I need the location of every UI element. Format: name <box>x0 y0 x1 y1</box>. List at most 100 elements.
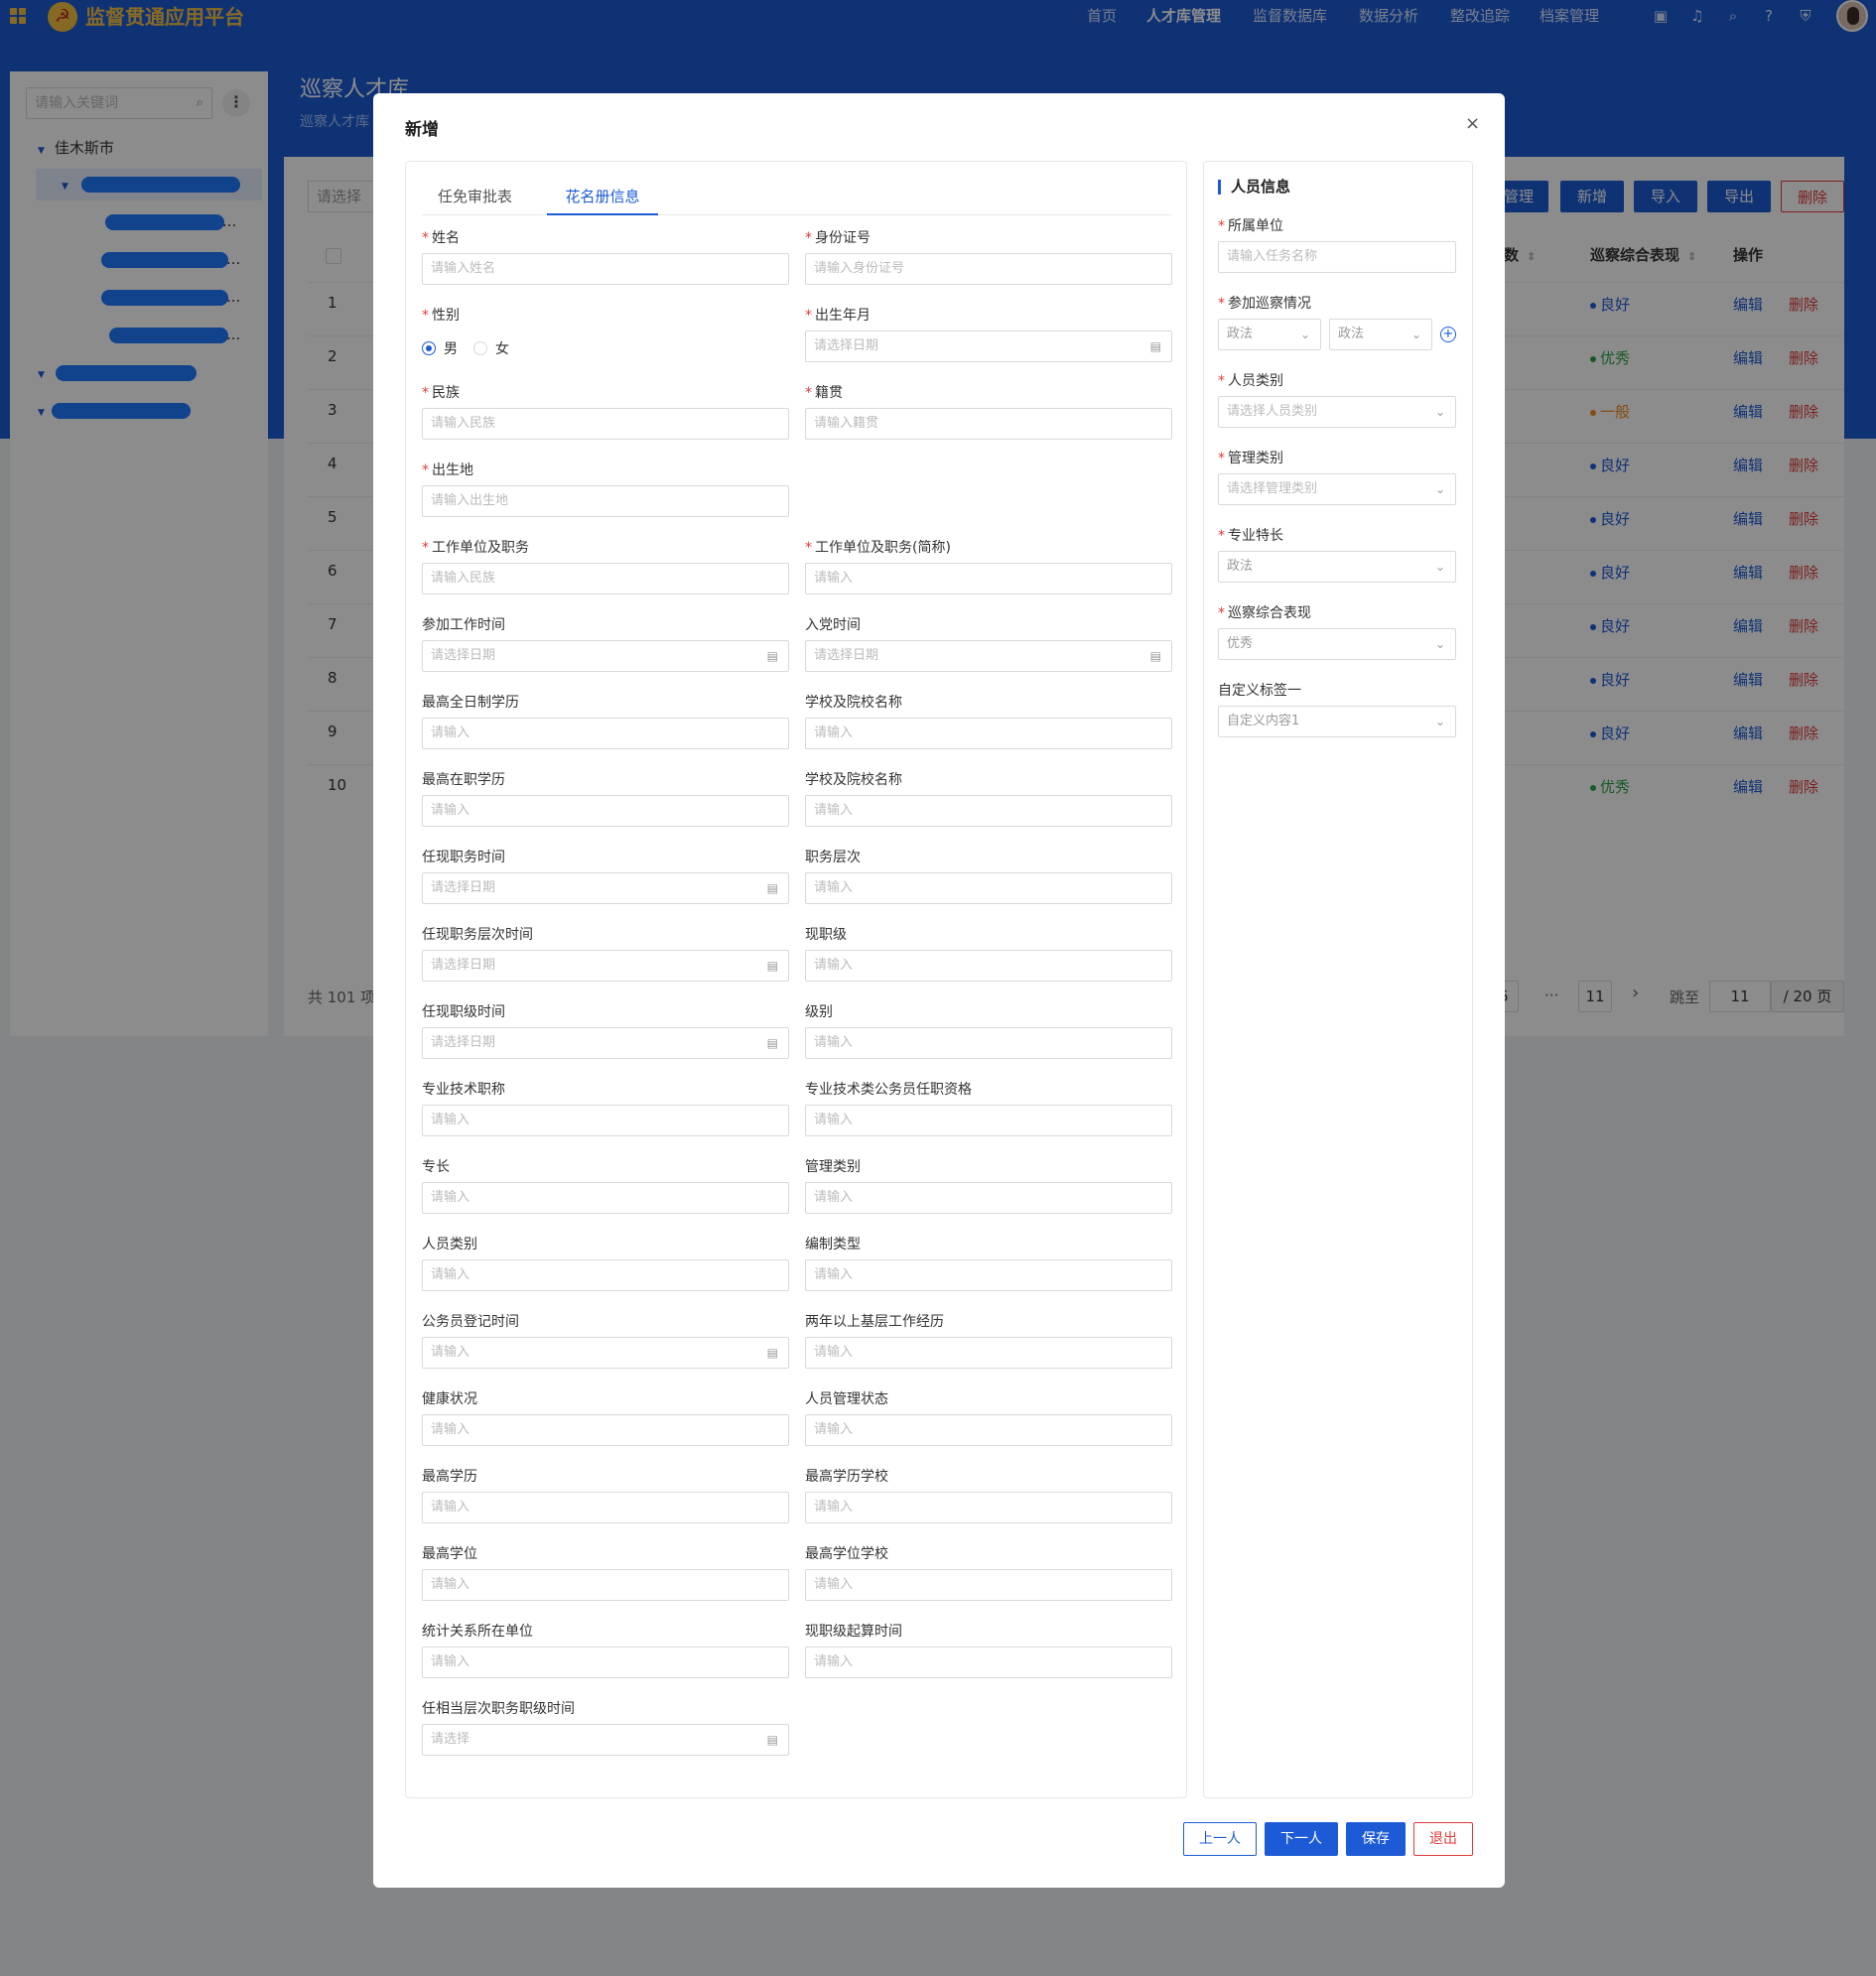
field-label-text: 任相当层次职务职级时间 <box>422 1701 575 1717</box>
text-input[interactable]: 请输入 <box>805 872 1172 904</box>
text-input[interactable]: 请输入 <box>805 1259 1172 1291</box>
specialty-select[interactable]: 政法 ⌄ <box>1218 551 1456 583</box>
custom-tag-label: 自定义标签一 <box>1218 683 1301 699</box>
next-person-button[interactable]: 下一人 <box>1265 1822 1338 1856</box>
field-label: 人员管理状态 <box>805 1388 888 1408</box>
form-tabs: 任免审批表 花名册信息 <box>422 170 1172 215</box>
input-placeholder: 请输入 <box>814 1190 854 1205</box>
field-label: 统计关系所在单位 <box>422 1621 533 1641</box>
field-label: * 出生年月 <box>805 305 871 325</box>
date-picker-input[interactable]: 请选择日期 ▤ <box>805 640 1172 672</box>
unit-input[interactable]: 请输入任务名称 <box>1218 241 1456 273</box>
text-input[interactable]: 请输入 <box>422 795 789 827</box>
chevron-down-icon: ⌄ <box>1299 328 1310 341</box>
text-input[interactable]: 请输入 <box>422 718 789 749</box>
date-picker-input[interactable]: 请选择日期 ▤ <box>422 950 789 982</box>
text-input[interactable]: 请输入 <box>805 1569 1172 1601</box>
date-picker-input[interactable]: 请选择日期 ▤ <box>422 872 789 904</box>
text-input[interactable]: 请输入民族 <box>422 563 789 594</box>
text-input[interactable]: 请输入 <box>422 1647 789 1678</box>
field-label: 学校及院校名称 <box>805 692 902 712</box>
input-placeholder: 请输入 <box>431 1422 470 1437</box>
date-picker-input[interactable]: 请选择日期 ▤ <box>422 640 789 672</box>
person-type-label: * 人员类别 <box>1218 373 1283 389</box>
required-mark: * <box>422 385 429 401</box>
chevron-down-icon: ⌄ <box>1434 405 1445 419</box>
mgmt-type-select[interactable]: 请选择管理类别 ⌄ <box>1218 473 1456 505</box>
text-input[interactable]: 请输入出生地 <box>422 485 789 517</box>
input-placeholder: 请输入籍贯 <box>814 416 879 431</box>
field-label: 参加工作时间 <box>422 614 505 634</box>
field-label: 任现职级时间 <box>422 1001 505 1021</box>
input-placeholder: 请输入身份证号 <box>814 261 905 276</box>
text-input[interactable]: 请输入 <box>805 563 1172 594</box>
select-value: 政法 <box>1227 327 1254 341</box>
calendar-icon: ▤ <box>766 1346 778 1360</box>
person-info-panel: 人员信息 * 所属单位 请输入任务名称 * 参加巡察情况 政法 ⌄ 政法 ⌄ + * 人员… <box>1203 161 1473 1798</box>
field-label: * 民族 <box>422 382 460 402</box>
field-label: 专长 <box>422 1156 450 1176</box>
input-placeholder: 请输入 <box>814 803 854 818</box>
select-value: 政法 <box>1338 327 1365 341</box>
input-placeholder: 请输入 <box>814 571 854 586</box>
text-input[interactable]: 请输入 <box>422 1105 789 1136</box>
text-input[interactable]: 请输入 <box>805 1027 1172 1059</box>
field-label: 最高全日制学历 <box>422 692 519 712</box>
text-input[interactable]: 请输入 <box>422 1569 789 1601</box>
inspection-select-1[interactable]: 政法 ⌄ <box>1218 319 1321 350</box>
text-input[interactable]: 请输入 <box>422 1414 789 1446</box>
text-input[interactable]: 请输入身份证号 <box>805 253 1172 285</box>
input-placeholder: 请输入 <box>814 725 854 740</box>
field-label-text: 人员管理状态 <box>805 1391 888 1407</box>
text-input[interactable]: 请输入 <box>805 1337 1172 1369</box>
date-picker-input[interactable]: 请选择 ▤ <box>422 1724 789 1756</box>
text-input[interactable]: 请输入 <box>805 1182 1172 1214</box>
field-label-text: 统计关系所在单位 <box>422 1624 533 1640</box>
tab-appointment-form[interactable]: 任免审批表 <box>438 186 512 206</box>
close-icon[interactable]: × <box>1465 113 1480 134</box>
exit-button[interactable]: 退出 <box>1413 1822 1473 1856</box>
text-input[interactable]: 请输入 <box>422 1492 789 1523</box>
gender-male-radio[interactable]: 男 <box>422 338 458 358</box>
performance-label-text: 巡察综合表现 <box>1228 605 1311 621</box>
input-placeholder: 请输入 <box>431 1577 470 1592</box>
text-input[interactable]: 请输入 <box>805 1647 1172 1678</box>
radio-label: 男 <box>444 341 458 357</box>
add-circle-icon[interactable]: + <box>1440 327 1456 342</box>
field-label-text: 出生年月 <box>815 308 871 324</box>
field-label-text: 现职级起算时间 <box>805 1624 902 1640</box>
text-input[interactable]: 请输入 <box>805 1414 1172 1446</box>
text-input[interactable]: 请输入民族 <box>422 408 789 440</box>
input-placeholder: 请选择日期 <box>431 1035 496 1050</box>
field-label: * 身份证号 <box>805 227 871 247</box>
gender-female-radio[interactable]: 女 <box>473 338 509 358</box>
tab-roster-info[interactable]: 花名册信息 <box>547 186 658 206</box>
text-input[interactable]: 请输入姓名 <box>422 253 789 285</box>
inspection-select-2[interactable]: 政法 ⌄ <box>1329 319 1432 350</box>
date-picker-input[interactable]: 请选择日期 ▤ <box>422 1027 789 1059</box>
text-input[interactable]: 请输入 <box>805 1105 1172 1136</box>
inspection-label: * 参加巡察情况 <box>1218 296 1311 312</box>
dialog-title: 新增 <box>405 120 439 140</box>
field-label-text: 入党时间 <box>805 617 861 633</box>
input-placeholder: 请选择日期 <box>431 648 496 663</box>
performance-select[interactable]: 优秀 ⌄ <box>1218 628 1456 660</box>
prev-person-button[interactable]: 上一人 <box>1183 1822 1257 1856</box>
custom-tag-select[interactable]: 自定义内容1 ⌄ <box>1218 706 1456 737</box>
text-input[interactable]: 请输入籍贯 <box>805 408 1172 440</box>
save-button[interactable]: 保存 <box>1346 1822 1406 1856</box>
text-input[interactable]: 请输入 <box>805 950 1172 982</box>
text-input[interactable]: 请输入 <box>805 718 1172 749</box>
date-picker-input[interactable]: 请选择日期 ▤ <box>805 330 1172 362</box>
mgmt-type-label: * 管理类别 <box>1218 451 1283 466</box>
field-label-text: 专长 <box>422 1159 450 1175</box>
field-label: 最高在职学历 <box>422 769 505 789</box>
field-label-text: 最高学位学校 <box>805 1546 888 1562</box>
field-label-text: 专业技术类公务员任职资格 <box>805 1082 972 1098</box>
person-type-select[interactable]: 请选择人员类别 ⌄ <box>1218 396 1456 428</box>
text-input[interactable]: 请输入 <box>805 1492 1172 1523</box>
text-input[interactable]: 请输入 <box>805 795 1172 827</box>
date-picker-input[interactable]: 请输入 ▤ <box>422 1337 789 1369</box>
text-input[interactable]: 请输入 <box>422 1182 789 1214</box>
text-input[interactable]: 请输入 <box>422 1259 789 1291</box>
